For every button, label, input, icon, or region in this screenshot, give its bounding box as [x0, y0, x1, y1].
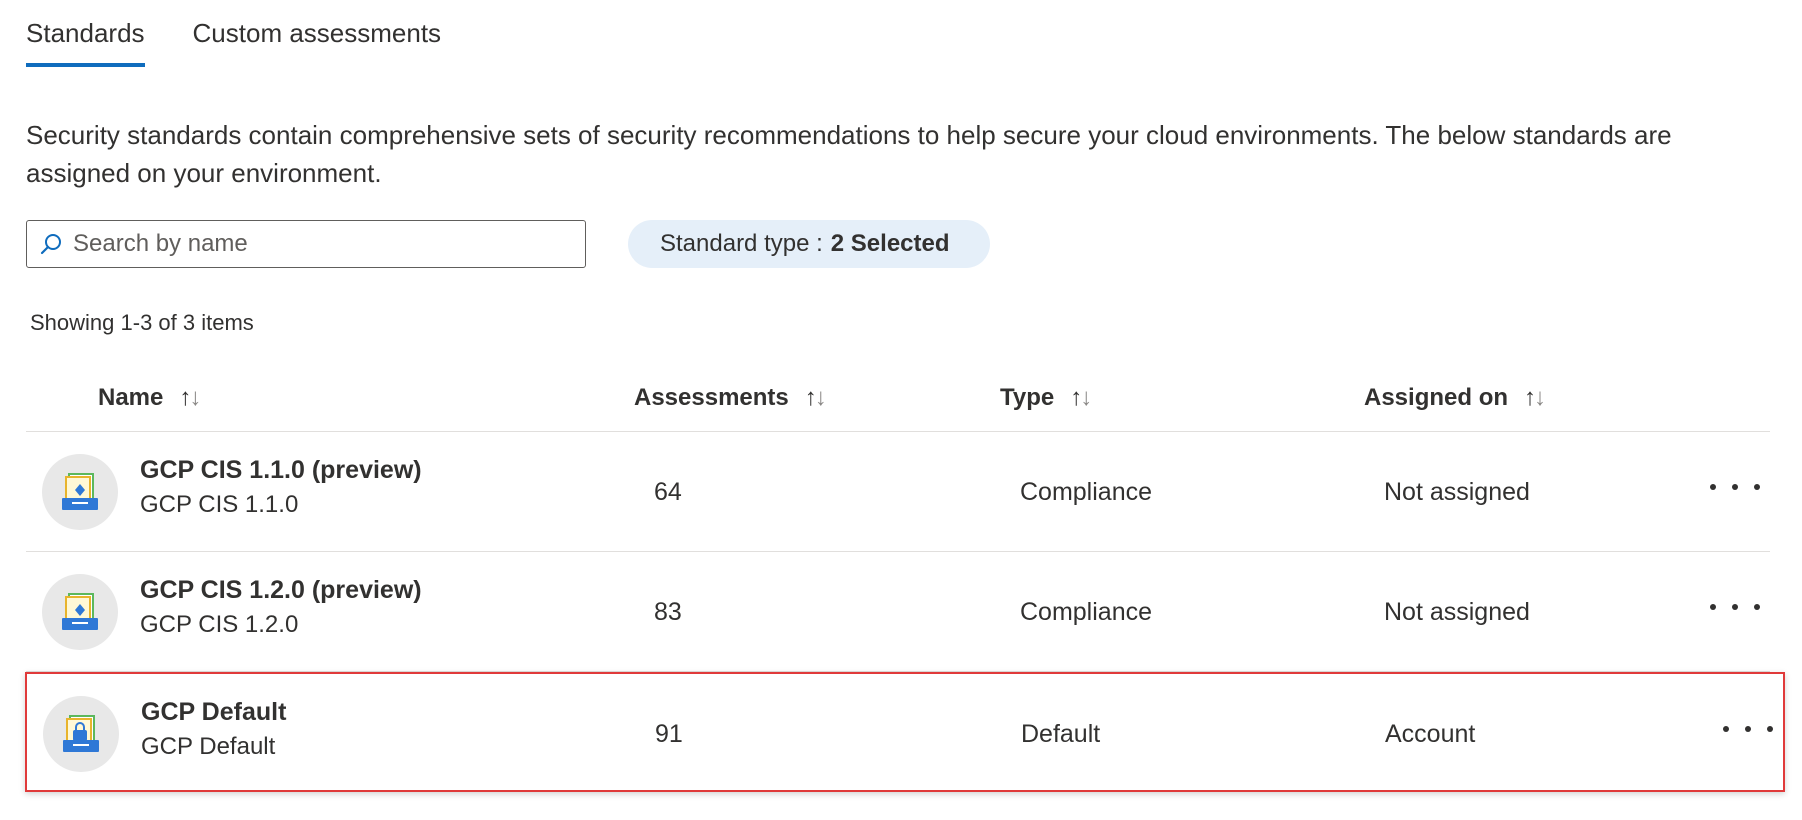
assessments-count: 64 [654, 478, 682, 506]
page-description: Security standards contain comprehensive… [26, 120, 1672, 188]
search-box[interactable] [26, 220, 586, 268]
tab-standards[interactable]: Standards [26, 18, 145, 67]
tab-custom-assessments[interactable]: Custom assessments [193, 18, 442, 67]
sort-icon[interactable]: ↑↓ [1524, 384, 1546, 412]
sort-icon[interactable]: ↑↓ [1070, 384, 1092, 412]
sort-icon[interactable]: ↑↓ [805, 384, 827, 412]
assigned-on: Not assigned [1384, 478, 1530, 506]
more-options-icon[interactable] [1710, 472, 1760, 502]
column-header-type[interactable]: Type ↑↓ [1000, 384, 1092, 412]
tab-bar: Standards Custom assessments [26, 18, 441, 67]
assessments-count: 83 [654, 598, 682, 626]
standard-title[interactable]: GCP Default [141, 698, 286, 727]
column-header-assessments[interactable]: Assessments ↑↓ [634, 384, 827, 412]
table-row-highlighted[interactable]: GCP Default GCP Default 91 Default Accou… [25, 672, 1785, 792]
standard-type-filter[interactable]: Standard type : 2 Selected [628, 220, 990, 268]
standard-subtitle: GCP CIS 1.1.0 [140, 491, 299, 518]
compliance-standard-icon [42, 454, 118, 530]
standards-table: Name ↑↓ Assessments ↑↓ Type ↑↓ Assigned … [25, 372, 1785, 792]
compliance-standard-icon [42, 574, 118, 650]
standard-name-cell: GCP Default GCP Default [141, 698, 286, 761]
standard-type: Compliance [1020, 478, 1153, 506]
standard-title[interactable]: GCP CIS 1.2.0 (preview) [140, 576, 422, 605]
standard-name-cell: GCP CIS 1.2.0 (preview) GCP CIS 1.2.0 [140, 576, 422, 639]
standard-subtitle: GCP CIS 1.2.0 [140, 611, 299, 638]
standard-type: Default [1021, 720, 1101, 748]
results-count: Showing 1-3 of 3 items [30, 310, 254, 335]
column-header-name[interactable]: Name ↑↓ [98, 384, 201, 412]
standard-subtitle: GCP Default [141, 733, 276, 760]
column-header-assigned-on[interactable]: Assigned on ↑↓ [1364, 384, 1546, 412]
assigned-on: Not assigned [1384, 598, 1530, 626]
standard-name-cell: GCP CIS 1.1.0 (preview) GCP CIS 1.1.0 [140, 456, 422, 519]
standard-type: Compliance [1020, 598, 1153, 626]
filter-selected-value: 2 Selected [830, 230, 950, 257]
default-standard-lock-icon [43, 696, 119, 772]
table-header: Name ↑↓ Assessments ↑↓ Type ↑↓ Assigned … [26, 372, 1770, 432]
sort-icon[interactable]: ↑↓ [179, 384, 201, 412]
table-row[interactable]: GCP CIS 1.2.0 (preview) GCP CIS 1.2.0 83… [26, 552, 1770, 672]
assessments-count: 91 [655, 720, 683, 748]
table-row[interactable]: GCP CIS 1.1.0 (preview) GCP CIS 1.1.0 64… [26, 432, 1770, 552]
more-options-icon[interactable] [1710, 592, 1760, 622]
search-input[interactable] [73, 230, 553, 258]
assigned-on: Account [1385, 720, 1476, 748]
search-icon [40, 234, 61, 255]
more-options-icon[interactable] [1723, 714, 1773, 744]
standard-title[interactable]: GCP CIS 1.1.0 (preview) [140, 456, 422, 485]
filter-label: Standard type : [660, 230, 823, 257]
